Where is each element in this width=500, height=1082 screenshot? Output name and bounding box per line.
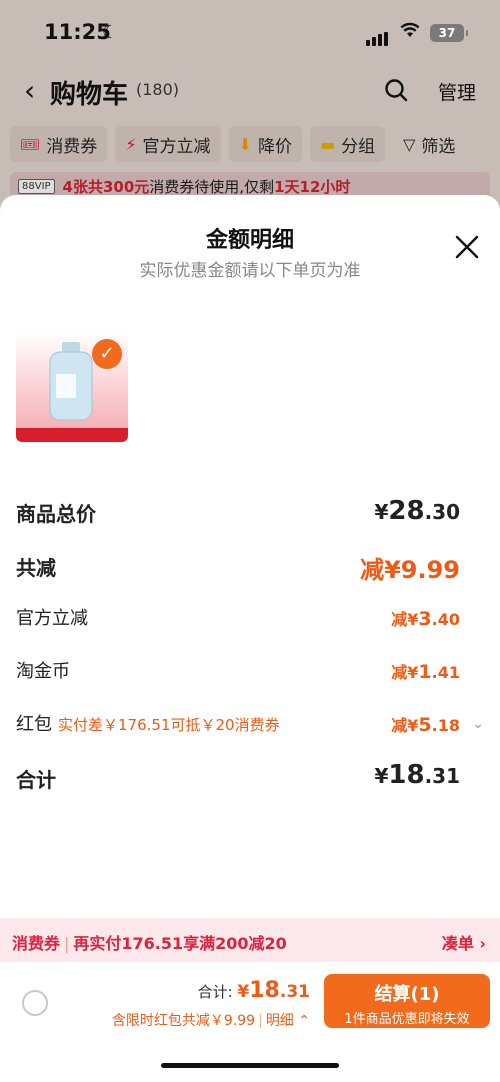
status-bar: 11:25 ☾ 37 (0, 0, 500, 64)
manage-button[interactable]: 管理 (438, 78, 476, 105)
row-sum: 合计 ¥18.31 (16, 760, 460, 792)
down-arrow-icon: ⬇ (238, 134, 252, 154)
lightning-icon: ⚡ (125, 134, 137, 154)
cart-count: (180) (136, 80, 180, 99)
battery-icon: 37 (430, 24, 468, 42)
sheet-subtitle: 实际优惠金额请以下单页为准 (139, 261, 361, 281)
chip-filter[interactable]: ▽ 筛选 (393, 126, 465, 162)
select-all-radio[interactable] (22, 990, 48, 1016)
row-total-price: 商品总价 ¥28.30 (16, 496, 460, 526)
chip-coupon[interactable]: 🎟 消费券 (10, 126, 108, 162)
folder-icon: ▬ (319, 134, 336, 154)
back-icon[interactable]: ‹ (24, 74, 35, 107)
cart-navbar: ‹ 购物车 (180) 管理 (0, 66, 500, 114)
moon-icon: ☾ (102, 22, 119, 43)
add-items-link[interactable]: 凑单 › (442, 930, 486, 954)
selected-check-icon[interactable]: ✓ (92, 339, 122, 369)
vip-tag: 88VIP (18, 178, 55, 194)
chip-price-drop[interactable]: ⬇ 降价 (228, 126, 302, 162)
footer-total: 合计: ¥18.31 (197, 978, 310, 1003)
home-indicator (161, 1063, 339, 1068)
coupon-icon: 🎟 (20, 134, 41, 154)
row-taojinbi: 淘金币 减¥1.41 (16, 661, 460, 683)
hongbao-hint: 实付差￥176.51可抵￥20消费券 (58, 716, 280, 734)
coupon-tag: 消费券 (12, 934, 61, 953)
chip-group[interactable]: ▬ 分组 (309, 126, 386, 162)
row-official-discount: 官方立减 减¥3.40 (16, 608, 460, 630)
filter-chips: 🎟 消费券 ⚡ 官方立减 ⬇ 降价 ▬ 分组 ▽ 筛选 (10, 126, 490, 164)
coupon-bar[interactable]: 消费券 | 再实付176.51享满200减20 凑单 › (0, 918, 500, 962)
cellular-signal-icon (366, 27, 390, 46)
page-title: 购物车 (50, 80, 129, 110)
footer-discount: 含限时红包共减￥9.99 | 明细 ⌃ (111, 1013, 310, 1029)
close-icon[interactable] (454, 234, 480, 260)
clock: 11:25 (44, 20, 111, 44)
wifi-icon (400, 22, 420, 43)
row-hongbao[interactable]: 红包 实付差￥176.51可抵￥20消费券 减¥5.18 ⌄ (16, 710, 484, 750)
sheet-title: 金额明细 (205, 228, 294, 253)
row-total-discount: 共减 减¥9.99 (16, 556, 460, 584)
search-icon[interactable] (384, 78, 408, 102)
chip-official-discount[interactable]: ⚡ 官方立减 (115, 126, 221, 162)
checkout-button[interactable]: 结算(1) 1件商品优惠即将失效 (324, 974, 490, 1028)
detail-toggle[interactable]: 明细 ⌃ (266, 1013, 310, 1029)
coupon-text: 再实付176.51享满200减20 (73, 934, 287, 953)
chevron-down-icon[interactable]: ⌄ (472, 716, 484, 732)
filter-icon: ▽ (403, 134, 416, 154)
